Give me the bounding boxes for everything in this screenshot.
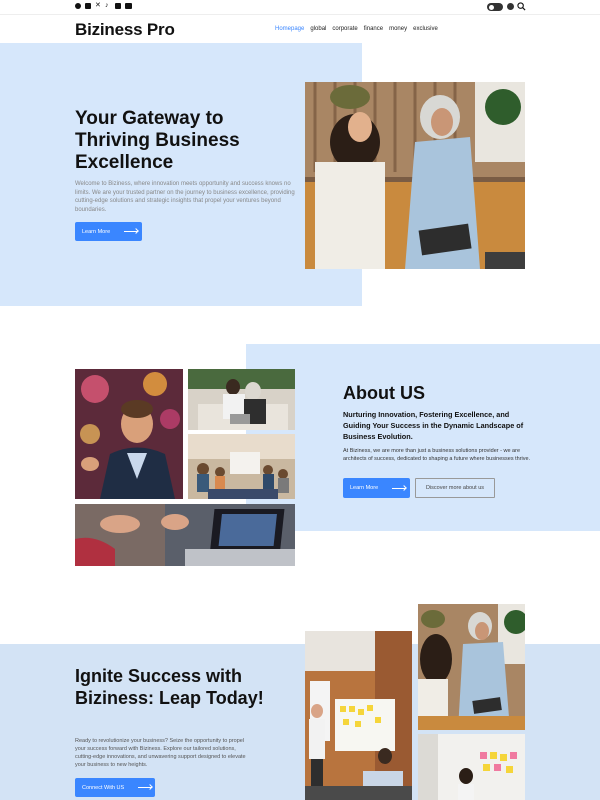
- linkedin-icon[interactable]: [115, 3, 121, 9]
- meeting-image: [188, 369, 295, 430]
- nav-item-homepage[interactable]: Homepage: [275, 26, 304, 32]
- nav-item-corporate[interactable]: corporate: [332, 26, 357, 32]
- site-logo[interactable]: Biziness Pro: [75, 20, 175, 40]
- tiktok-icon[interactable]: ♪: [105, 2, 111, 9]
- x-icon[interactable]: ✕: [95, 2, 101, 9]
- nav-item-money[interactable]: money: [389, 26, 407, 32]
- arrow-right-icon: [392, 487, 407, 489]
- nav-item-global[interactable]: global: [310, 26, 326, 32]
- ignite-text: Ready to revolutionize your business? Se…: [75, 738, 246, 768]
- social-links: ✕ ♪: [75, 2, 132, 9]
- about-learn-more-label: Learn More: [350, 485, 379, 491]
- main-nav: Homepage global corporate finance money …: [275, 26, 438, 32]
- youtube-icon[interactable]: [125, 3, 132, 9]
- discover-more-button[interactable]: Discover more about us: [415, 478, 495, 498]
- instagram-icon[interactable]: [85, 3, 91, 9]
- menu-dot-button[interactable]: [507, 3, 514, 10]
- top-bar: ✕ ♪: [0, 0, 600, 15]
- sticky-notes-image: [418, 734, 525, 800]
- ignite-title: Ignite Success with Biziness: Leap Today…: [75, 666, 264, 708]
- search-icon[interactable]: [517, 2, 526, 11]
- about-title: About US: [343, 383, 425, 403]
- connect-button[interactable]: Connect With US: [75, 778, 155, 797]
- speaker-image: [75, 369, 183, 499]
- site-header: Biziness Pro Homepage global corporate f…: [0, 15, 600, 43]
- nav-item-finance[interactable]: finance: [364, 26, 383, 32]
- arrow-right-icon: [138, 787, 153, 788]
- nav-item-exclusive[interactable]: exclusive: [413, 26, 438, 32]
- hero-title: Your Gateway to Thriving Business Excell…: [75, 108, 240, 173]
- about-subtitle: Nurturing Innovation, Fostering Excellen…: [343, 410, 524, 441]
- laptop-hands-image: [75, 504, 295, 566]
- dark-mode-toggle[interactable]: [487, 3, 503, 11]
- connect-button-label: Connect With US: [82, 784, 125, 791]
- about-learn-more-button[interactable]: Learn More: [343, 478, 410, 498]
- office-team-image: [188, 434, 295, 499]
- about-text: At Biziness, we are more than just a bus…: [343, 448, 531, 462]
- hero-learn-more-label: Learn More: [82, 228, 111, 235]
- arrow-right-icon: [124, 231, 139, 232]
- whiteboard-presentation-image: [305, 631, 412, 800]
- hero-learn-more-button[interactable]: Learn More: [75, 222, 142, 241]
- hero-text: Welcome to Biziness, where innovation me…: [75, 181, 295, 213]
- facebook-icon[interactable]: [75, 3, 81, 9]
- hero-image: [305, 82, 525, 269]
- collaboration-image: [418, 604, 525, 730]
